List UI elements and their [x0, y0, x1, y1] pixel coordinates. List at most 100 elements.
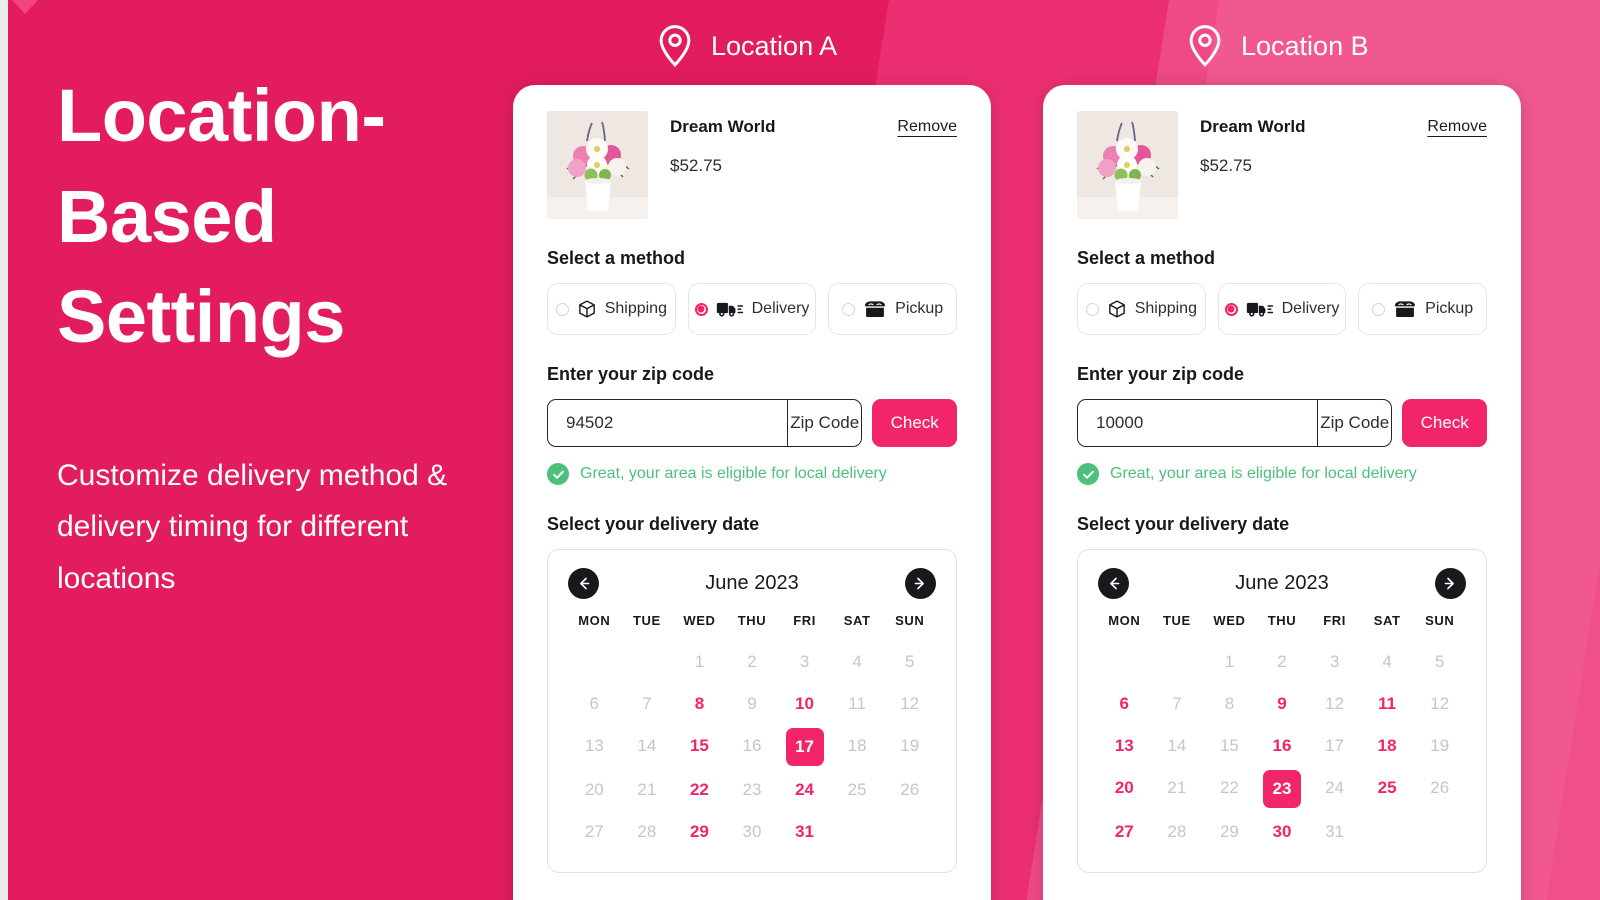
calendar-day-21: 21 [637, 780, 657, 799]
product-price: $52.75 [670, 156, 722, 175]
page-title: Location-Based Settings [57, 74, 386, 359]
method-label: Pickup [1425, 300, 1474, 317]
hero-block: Location-Based Settings Customize delive… [57, 66, 497, 605]
check-button[interactable]: Check [1402, 399, 1487, 447]
calendar-day-17[interactable]: 17 [785, 728, 824, 766]
calendar-weekday: WED [683, 613, 716, 628]
check-circle-icon [547, 463, 569, 485]
method-option-shipping[interactable]: Shipping [547, 283, 676, 335]
calendar-day-16[interactable]: 16 [1256, 728, 1309, 764]
calendar-day-30: 30 [742, 822, 762, 841]
location-card-a: Dream World $52.75 Remove Select a metho… [513, 85, 991, 900]
date-section-title: Select your delivery date [1077, 514, 1290, 534]
flower-bouquet-image [1077, 111, 1178, 219]
calendar-day-15[interactable]: 15 [673, 728, 726, 764]
radio-shipping[interactable] [1085, 302, 1099, 316]
map-pin-icon [655, 24, 695, 68]
calendar-day-20[interactable]: 20 [1098, 770, 1151, 806]
calendar-day-4: 4 [852, 652, 862, 671]
calendar-day-26: 26 [1430, 778, 1450, 797]
method-option-pickup[interactable]: Pickup [1358, 283, 1488, 335]
zip-row: Zip Code Check [1077, 399, 1487, 447]
method-option-delivery[interactable]: Delivery [687, 283, 817, 335]
eligibility-message: Great, your area is eligible for local d… [580, 465, 887, 482]
calendar-day-25: 25 [847, 780, 867, 799]
method-options: Shipping Delivery Pickup [1077, 283, 1488, 335]
calendar-day-1: 1 [1224, 652, 1235, 671]
calendar-day-8: 8 [1224, 694, 1235, 713]
zip-input-group[interactable]: Zip Code [547, 399, 863, 447]
calendar-weekday: SAT [1373, 613, 1401, 628]
check-button[interactable]: Check [872, 399, 957, 447]
zip-row: Zip Code Check [547, 399, 957, 447]
calendar-day-5: 5 [904, 652, 915, 671]
corner-notch-triangle [12, 0, 38, 14]
calendar-day-18[interactable]: 18 [1361, 728, 1414, 764]
radio-pickup[interactable] [842, 302, 856, 316]
calendar-day-13[interactable]: 13 [1098, 728, 1151, 764]
calendar-weekday: SUN [895, 613, 925, 628]
calendar-month-label: June 2023 [1235, 572, 1329, 594]
delivery-truck-icon [1246, 299, 1274, 319]
calendar-day-17: 17 [1325, 736, 1345, 755]
calendar-day-blank [621, 644, 674, 680]
calendar-day-24[interactable]: 24 [778, 772, 831, 808]
product-row: Dream World $52.75 Remove [1077, 111, 1487, 219]
zip-input-group[interactable]: Zip Code [1077, 399, 1393, 447]
delivery-truck-icon [716, 299, 744, 319]
calendar-day-11[interactable]: 11 [1361, 686, 1414, 722]
eligibility-row: Great, your area is eligible for local d… [1077, 463, 1487, 485]
calendar-day-8[interactable]: 8 [673, 686, 726, 722]
calendar-weekday: SUN [1425, 613, 1455, 628]
calendar-header: June 2023 [1098, 568, 1466, 599]
calendar-day-22[interactable]: 22 [673, 772, 726, 808]
calendar-grid: MON TUE WED THU FRI SAT SUN 1 2 3 4 5 6 7 8 9 12 11 12 13 14… [1098, 613, 1466, 850]
calendar-day-29: 29 [1219, 822, 1239, 841]
radio-delivery[interactable] [1224, 302, 1238, 316]
method-label: Shipping [604, 300, 667, 317]
calendar-day-10[interactable]: 10 [778, 686, 831, 722]
calendar-day-27[interactable]: 27 [1098, 814, 1151, 850]
calendar-day-13: 13 [584, 736, 604, 755]
calendar-day-blank [1413, 814, 1466, 850]
flower-bouquet-image [547, 111, 648, 219]
method-option-delivery[interactable]: Delivery [1217, 283, 1347, 335]
arrow-left-icon[interactable] [1098, 568, 1129, 599]
zip-input[interactable] [548, 400, 787, 446]
calendar-weekday: TUE [1162, 613, 1191, 628]
screenshot-root: Location-Based Settings Customize delive… [0, 0, 1600, 900]
calendar-day-19: 19 [1430, 736, 1450, 755]
remove-button[interactable]: Remove [1427, 111, 1487, 136]
calendar-day-31[interactable]: 31 [778, 814, 831, 850]
map-pin-icon [1185, 24, 1225, 68]
calendar-day-6[interactable]: 6 [1098, 686, 1151, 722]
method-option-shipping[interactable]: Shipping [1077, 283, 1206, 335]
method-option-pickup[interactable]: Pickup [828, 283, 958, 335]
calendar-day-29[interactable]: 29 [673, 814, 726, 850]
calendar-day-blank [1361, 814, 1414, 850]
calendar-weekday: THU [737, 613, 767, 628]
location-header-b: Location B [1185, 24, 1369, 68]
radio-shipping[interactable] [555, 302, 569, 316]
calendar-day-12: 12 [1325, 694, 1345, 713]
calendar-day-23: 23 [742, 780, 762, 799]
calendar-day-30[interactable]: 30 [1256, 814, 1309, 850]
eligibility-message: Great, your area is eligible for local d… [1110, 465, 1417, 482]
calendar-day-blank [1098, 644, 1151, 680]
calendar-day-2: 2 [747, 652, 757, 671]
calendar-day-25[interactable]: 25 [1361, 770, 1414, 806]
radio-pickup[interactable] [1372, 302, 1386, 316]
calendar-day-11: 11 [848, 694, 866, 713]
arrow-right-icon[interactable] [1434, 568, 1466, 599]
calendar-month-label: June 2023 [705, 572, 799, 594]
calendar-day-9[interactable]: 9 [1256, 686, 1309, 722]
product-info: Dream World $52.75 [1200, 111, 1405, 176]
location-header-a: Location A [655, 24, 837, 68]
remove-button[interactable]: Remove [897, 111, 957, 136]
radio-delivery[interactable] [694, 302, 708, 316]
arrow-right-icon[interactable] [904, 568, 936, 599]
arrow-left-icon[interactable] [568, 568, 599, 599]
calendar-day-23[interactable]: 23 [1262, 770, 1301, 808]
zip-input[interactable] [1078, 400, 1317, 446]
calendar-weekday: WED [1213, 613, 1246, 628]
